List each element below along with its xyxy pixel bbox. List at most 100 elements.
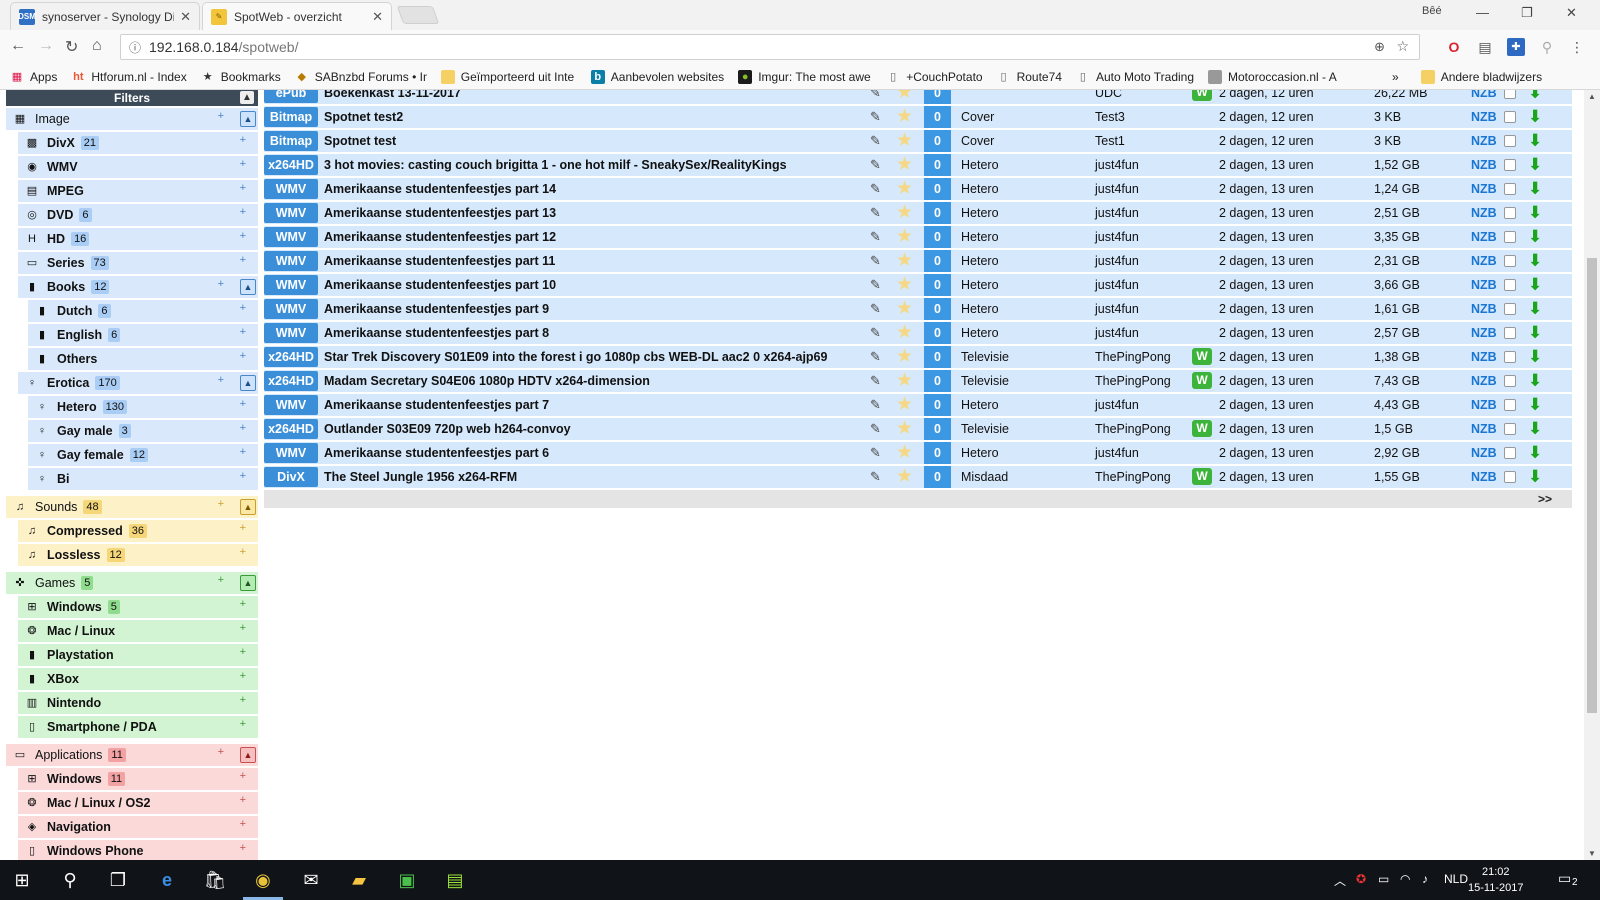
download-arrow-icon[interactable]: ⬇ [1528, 179, 1542, 199]
bookmark-recommended[interactable]: b Aanbevolen websites [590, 69, 724, 84]
nzb-link[interactable]: NZB [1471, 326, 1497, 340]
watchlist-star-icon[interactable]: ★ [896, 346, 913, 368]
nzb-link[interactable]: NZB [1471, 374, 1497, 388]
table-row[interactable]: WMV Amerikaanse studentenfeestjes part 11… [264, 250, 1572, 272]
add-filter-icon[interactable]: + [240, 422, 246, 434]
reload-icon[interactable]: ↻ [65, 37, 78, 57]
notepad-icon[interactable]: ▤ [443, 868, 467, 892]
add-filter-icon[interactable]: + [240, 770, 246, 782]
download-arrow-icon[interactable]: ⬇ [1528, 419, 1542, 439]
windows-start-icon[interactable]: ⊞ [10, 868, 34, 892]
nzb-link[interactable]: NZB [1471, 90, 1497, 100]
filter-item-sounds[interactable]: ♫ Sounds 48 + ▲ [6, 496, 258, 518]
download-arrow-icon[interactable]: ⬇ [1528, 443, 1542, 463]
download-arrow-icon[interactable]: ⬇ [1528, 131, 1542, 151]
select-checkbox[interactable] [1504, 207, 1516, 219]
filter-item-mpeg[interactable]: ▤ MPEG + [18, 180, 258, 202]
filter-item-xbox[interactable]: ▮ XBox + [18, 668, 258, 690]
bookmark-imported[interactable]: Geïmporteerd uit Inte [440, 69, 577, 84]
add-filter-icon[interactable]: + [240, 254, 246, 266]
info-icon[interactable]: ⓘ [129, 39, 141, 56]
filter-item-windows-phone[interactable]: ▯ Windows Phone + [18, 840, 258, 860]
filter-item-lossless[interactable]: ♫ Lossless 12 + [18, 544, 258, 566]
page-scrollbar[interactable]: ▲ ▼ [1584, 90, 1600, 860]
spot-title-link[interactable]: Amerikaanse studentenfeestjes part 6 [324, 446, 549, 460]
add-filter-icon[interactable]: + [218, 746, 224, 758]
pencil-icon[interactable]: ✎ [870, 277, 881, 293]
filter-item-windows[interactable]: ⊞ Windows 5 + [18, 596, 258, 618]
spot-title-link[interactable]: Amerikaanse studentenfeestjes part 10 [324, 278, 556, 292]
add-filter-icon[interactable]: + [218, 498, 224, 510]
forward-icon[interactable]: → [38, 37, 54, 55]
download-arrow-icon[interactable]: ⬇ [1528, 371, 1542, 391]
watchlist-star-icon[interactable]: ★ [896, 90, 913, 104]
table-row[interactable]: WMV Amerikaanse studentenfeestjes part 8 ✎… [264, 322, 1572, 344]
download-arrow-icon[interactable]: ⬇ [1528, 347, 1542, 367]
extension-icon[interactable]: ✚ [1507, 38, 1525, 56]
filter-item-mac-linux[interactable]: ❂ Mac / Linux + [18, 620, 258, 642]
filter-item-compressed[interactable]: ♫ Compressed 36 + [18, 520, 258, 542]
table-row[interactable]: WMV Amerikaanse studentenfeestjes part 13… [264, 202, 1572, 224]
spot-title-link[interactable]: Amerikaanse studentenfeestjes part 9 [324, 302, 549, 316]
select-checkbox[interactable] [1504, 183, 1516, 195]
profile-badge[interactable]: Bêé [1422, 5, 1442, 17]
watchlist-star-icon[interactable]: ★ [896, 274, 913, 296]
table-row[interactable]: WMV Amerikaanse studentenfeestjes part 10… [264, 274, 1572, 296]
add-filter-icon[interactable]: + [240, 842, 246, 854]
select-checkbox[interactable] [1504, 351, 1516, 363]
table-row[interactable]: ePub Boekenkast 13-11-2017 ✎ ★ 0 UDC W 2 dagen,… [264, 90, 1572, 104]
add-filter-icon[interactable]: + [240, 670, 246, 682]
table-row[interactable]: WMV Amerikaanse studentenfeestjes part 14… [264, 178, 1572, 200]
add-filter-icon[interactable]: + [240, 522, 246, 534]
spot-title-link[interactable]: Amerikaanse studentenfeestjes part 8 [324, 326, 549, 340]
add-filter-icon[interactable]: + [240, 134, 246, 146]
new-tab-button[interactable] [396, 6, 440, 24]
nzb-link[interactable]: NZB [1471, 278, 1497, 292]
filter-item-series[interactable]: ▭ Series 73 + [18, 252, 258, 274]
pencil-icon[interactable]: ✎ [870, 253, 881, 269]
close-icon[interactable]: ✕ [180, 9, 191, 25]
add-filter-icon[interactable]: + [240, 598, 246, 610]
select-checkbox[interactable] [1504, 303, 1516, 315]
pencil-icon[interactable]: ✎ [870, 445, 881, 461]
pencil-icon[interactable]: ✎ [870, 421, 881, 437]
download-arrow-icon[interactable]: ⬇ [1528, 251, 1542, 271]
pencil-icon[interactable]: ✎ [870, 229, 881, 245]
filter-item-dvd[interactable]: ◎ DVD 6 + [18, 204, 258, 226]
spot-title-link[interactable]: Outlander S03E09 720p web h264-convoy [324, 422, 571, 436]
bookmark-apps[interactable]: ▦ Apps [10, 70, 58, 84]
pencil-icon[interactable]: ✎ [870, 157, 881, 173]
filter-item-applications[interactable]: ▭ Applications 11 + ▲ [6, 744, 258, 766]
bookmark-couchpotato[interactable]: ▯ +CouchPotato [886, 70, 982, 84]
add-filter-icon[interactable]: + [240, 230, 246, 242]
url-input[interactable]: ⓘ 192.168.0.184/spotweb/ ⊕ ☆ [120, 34, 1420, 60]
add-filter-icon[interactable]: + [240, 206, 246, 218]
table-row[interactable]: WMV Amerikaanse studentenfeestjes part 6 ✎… [264, 442, 1572, 464]
task-view-icon[interactable]: ❐ [106, 868, 130, 892]
pencil-icon[interactable]: ✎ [870, 90, 881, 101]
edge-icon[interactable]: e [155, 868, 179, 892]
spot-title-link[interactable]: Boekenkast 13-11-2017 [324, 90, 461, 100]
clock[interactable]: 21:02 15-11-2017 [1468, 864, 1523, 896]
pencil-icon[interactable]: ✎ [870, 325, 881, 341]
select-checkbox[interactable] [1504, 111, 1516, 123]
add-filter-icon[interactable]: + [218, 574, 224, 586]
collapse-filters-button[interactable]: ▲ [240, 91, 254, 104]
select-checkbox[interactable] [1504, 279, 1516, 291]
filter-item-playstation[interactable]: ▮ Playstation + [18, 644, 258, 666]
nzb-link[interactable]: NZB [1471, 110, 1497, 124]
zoom-icon[interactable]: ⊕ [1374, 39, 1385, 55]
add-filter-icon[interactable]: + [240, 794, 246, 806]
scroll-up-icon[interactable]: ▲ [1588, 92, 1596, 101]
nzb-link[interactable]: NZB [1471, 422, 1497, 436]
nzb-link[interactable]: NZB [1471, 230, 1497, 244]
bookmark-automoto[interactable]: ▯ Auto Moto Trading [1076, 70, 1194, 84]
add-filter-icon[interactable]: + [240, 446, 246, 458]
mail-icon[interactable]: ✉ [299, 868, 323, 892]
filter-item-navigation[interactable]: ◈ Navigation + [18, 816, 258, 838]
scroll-down-icon[interactable]: ▼ [1588, 849, 1596, 858]
spot-title-link[interactable]: Amerikaanse studentenfeestjes part 14 [324, 182, 556, 196]
spot-title-link[interactable]: Spotnet test2 [324, 110, 403, 124]
pencil-icon[interactable]: ✎ [870, 397, 881, 413]
bookmark-other[interactable]: Andere bladwijzers [1420, 69, 1542, 84]
